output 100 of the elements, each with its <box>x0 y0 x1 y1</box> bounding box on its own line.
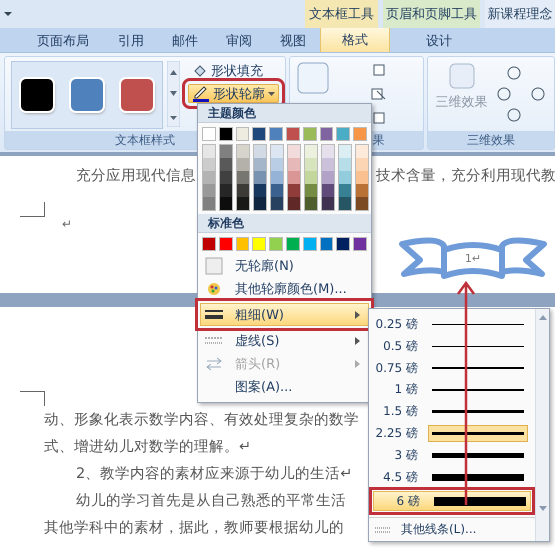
color-shade-swatch[interactable] <box>288 197 300 210</box>
style-swatch[interactable] <box>121 79 153 111</box>
menu-item[interactable]: 无轮廓(N) <box>200 254 369 277</box>
color-swatch[interactable] <box>202 237 216 251</box>
line-weight-item[interactable]: 4.5 磅 <box>371 466 533 488</box>
color-shade-swatch[interactable] <box>220 145 232 158</box>
color-shade-swatch[interactable] <box>288 171 300 184</box>
color-shade-swatch[interactable] <box>322 184 334 197</box>
color-swatch[interactable] <box>286 127 300 141</box>
color-shade-swatch[interactable] <box>339 197 351 210</box>
color-shade-swatch[interactable] <box>203 171 215 184</box>
color-swatch[interactable] <box>218 237 233 251</box>
line-weight-item[interactable]: 0.75 磅 <box>371 358 533 378</box>
color-shade-swatch[interactable] <box>237 145 249 158</box>
color-shade-swatch[interactable] <box>237 158 249 171</box>
color-shade-swatch[interactable] <box>220 184 232 197</box>
color-swatch[interactable] <box>236 237 250 251</box>
color-shade-swatch[interactable] <box>288 145 300 158</box>
color-shade-swatch[interactable] <box>254 184 266 197</box>
ribbon-tab[interactable]: 页面布局 <box>22 28 104 52</box>
line-weight-item[interactable]: 3 磅 <box>371 444 533 466</box>
tool-group-title: 文本框工具 <box>305 0 378 28</box>
menu-item[interactable]: 图案(A)... <box>200 375 369 398</box>
ribbon-tab[interactable]: 引用 <box>104 28 158 52</box>
color-swatch[interactable] <box>302 127 317 141</box>
color-swatch[interactable] <box>218 127 233 141</box>
color-swatch[interactable] <box>269 237 283 251</box>
color-shade-swatch[interactable] <box>271 158 283 171</box>
color-shade-swatch[interactable] <box>237 171 249 184</box>
color-shade-swatch[interactable] <box>305 197 317 210</box>
color-shade-swatch[interactable] <box>339 158 351 171</box>
line-weight-item[interactable]: 0.25 磅 <box>371 314 533 335</box>
style-swatch[interactable] <box>71 79 103 111</box>
ribbon-tab[interactable]: 审阅 <box>212 28 266 52</box>
line-weight-item[interactable]: 1 磅 <box>371 379 533 400</box>
style-gallery[interactable] <box>11 61 163 129</box>
color-shade-swatch[interactable] <box>237 197 249 210</box>
color-shade-swatch[interactable] <box>220 158 232 171</box>
color-shade-swatch[interactable] <box>237 184 249 197</box>
scroll-up-icon[interactable] <box>538 315 546 320</box>
color-swatch[interactable] <box>336 127 350 141</box>
color-shade-swatch[interactable] <box>271 197 283 210</box>
ribbon-tab[interactable]: 视图 <box>266 28 320 52</box>
color-shade-swatch[interactable] <box>356 184 368 197</box>
color-shade-swatch[interactable] <box>271 145 283 158</box>
color-swatch[interactable] <box>286 237 300 251</box>
color-shade-swatch[interactable] <box>254 197 266 210</box>
color-shade-swatch[interactable] <box>203 197 215 210</box>
color-swatch[interactable] <box>269 127 283 141</box>
color-swatch[interactable] <box>320 127 334 141</box>
color-shade-swatch[interactable] <box>305 184 317 197</box>
color-swatch[interactable] <box>252 127 266 141</box>
color-shade-swatch[interactable] <box>339 145 351 158</box>
color-shade-swatch[interactable] <box>220 171 232 184</box>
ribbon-tab[interactable]: 设计 <box>390 28 488 52</box>
color-shade-swatch[interactable] <box>203 145 215 158</box>
color-shade-swatch[interactable] <box>322 158 334 171</box>
color-swatch[interactable] <box>353 127 367 141</box>
color-shade-swatch[interactable] <box>356 171 368 184</box>
color-shade-swatch[interactable] <box>356 197 368 210</box>
shape-fill-button[interactable]: 形状填充 <box>188 61 279 80</box>
color-shade-swatch[interactable] <box>220 197 232 210</box>
color-shade-swatch[interactable] <box>339 171 351 184</box>
color-shade-swatch[interactable] <box>288 184 300 197</box>
ribbon-tab[interactable]: 邮件 <box>158 28 212 52</box>
color-shade-swatch[interactable] <box>305 145 317 158</box>
paragraph-text: 充分应用现代信息 <box>76 166 196 186</box>
color-shade-swatch[interactable] <box>356 145 368 158</box>
color-shade-swatch[interactable] <box>203 158 215 171</box>
menu-item[interactable]: 虚线(S) <box>200 329 369 352</box>
gallery-scroll-icon[interactable] <box>167 61 180 127</box>
color-swatch[interactable] <box>353 237 367 251</box>
style-swatch[interactable] <box>21 79 53 111</box>
color-shade-swatch[interactable] <box>254 158 266 171</box>
color-shade-swatch[interactable] <box>203 184 215 197</box>
color-shade-swatch[interactable] <box>322 197 334 210</box>
line-weight-item[interactable]: 0.5 磅 <box>371 336 533 357</box>
color-shade-swatch[interactable] <box>254 171 266 184</box>
menu-item[interactable]: 其他轮廓颜色(M)... <box>200 277 369 300</box>
color-shade-swatch[interactable] <box>271 184 283 197</box>
color-shade-swatch[interactable] <box>339 184 351 197</box>
color-swatch[interactable] <box>302 237 317 251</box>
ribbon-tab[interactable]: 格式 <box>320 26 390 52</box>
line-weight-item[interactable]: 1.5 磅 <box>371 401 533 422</box>
color-shade-swatch[interactable] <box>288 158 300 171</box>
color-swatch[interactable] <box>202 127 216 141</box>
color-shade-swatch[interactable] <box>322 145 334 158</box>
color-swatch[interactable] <box>252 237 266 251</box>
scroll-down-icon[interactable] <box>538 506 546 511</box>
color-shade-swatch[interactable] <box>305 158 317 171</box>
color-shade-swatch[interactable] <box>254 145 266 158</box>
color-shade-swatch[interactable] <box>305 171 317 184</box>
dashed-lines-icon <box>205 336 223 345</box>
color-swatch[interactable] <box>236 127 250 141</box>
color-swatch[interactable] <box>320 237 334 251</box>
color-swatch[interactable] <box>336 237 350 251</box>
dropdown-icon[interactable] <box>4 10 12 16</box>
color-shade-swatch[interactable] <box>356 158 368 171</box>
color-shade-swatch[interactable] <box>271 171 283 184</box>
color-shade-swatch[interactable] <box>322 171 334 184</box>
